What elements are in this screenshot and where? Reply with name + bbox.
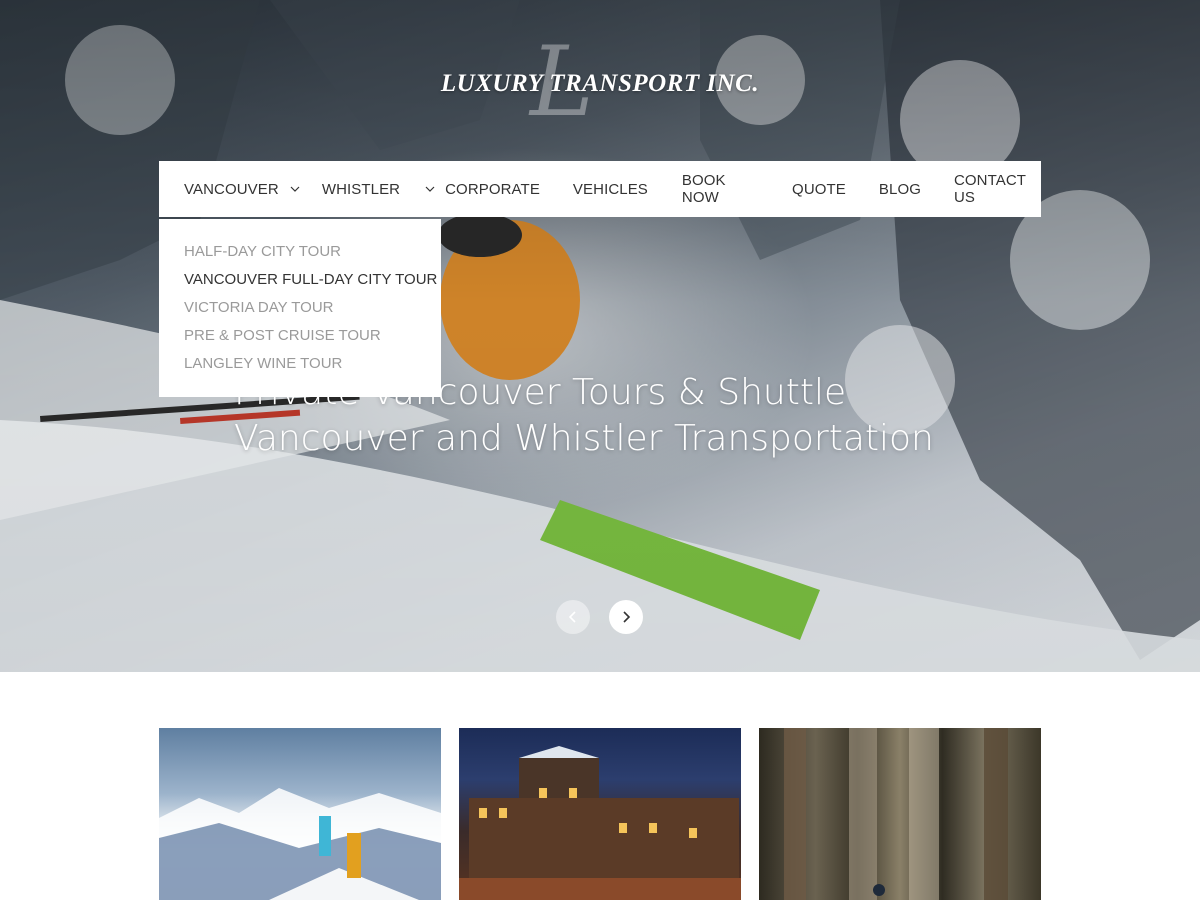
slider-prev-button[interactable] [556, 600, 590, 634]
slider-next-button[interactable] [609, 600, 643, 634]
nav-item-label: QUOTE [792, 180, 846, 198]
site-logo[interactable]: L LUXURY TRANSPORT INC. [420, 34, 780, 130]
vancouver-dropdown-menu: HALF-DAY CITY TOUR VANCOUVER FULL-DAY CI… [159, 219, 441, 397]
dropdown-item-half-day-city-tour[interactable]: HALF-DAY CITY TOUR [184, 241, 441, 269]
tour-card-mountains[interactable] [159, 728, 441, 900]
chevron-down-icon [425, 186, 435, 192]
tour-card-forest[interactable] [759, 728, 1041, 900]
nav-item-whistler[interactable]: WHISTLER [322, 161, 400, 217]
chevron-right-icon [623, 611, 631, 623]
logo-wordmark: LUXURY TRANSPORT INC. [440, 70, 760, 97]
nav-item-blog[interactable]: BLOG [879, 161, 921, 217]
card-image [459, 746, 741, 900]
nav-item-contact-us[interactable]: CONTACT US [954, 161, 1041, 217]
nav-item-book-now[interactable]: BOOK NOW [682, 161, 758, 217]
nav-item-label: CORPORATE [445, 180, 540, 198]
nav-item-label: VANCOUVER [184, 180, 279, 198]
card-image [159, 788, 441, 900]
chevron-down-icon [290, 186, 300, 192]
dropdown-item-pre-post-cruise-tour[interactable]: PRE & POST CRUISE TOUR [184, 325, 441, 353]
nav-item-label: VEHICLES [572, 180, 648, 198]
nav-item-label: BOOK NOW [681, 172, 726, 206]
dropdown-item-victoria-day-tour[interactable]: VICTORIA DAY TOUR [184, 297, 441, 325]
nav-item-label: CONTACT US [953, 172, 1026, 206]
dropdown-item-langley-wine-tour[interactable]: LANGLEY WINE TOUR [184, 353, 441, 381]
nav-item-label: BLOG [878, 180, 921, 198]
chevron-left-icon [568, 611, 576, 623]
nav-item-label: WHISTLER [321, 180, 401, 198]
tour-card-whistler-village[interactable] [459, 728, 741, 900]
nav-item-quote[interactable]: QUOTE [792, 161, 846, 217]
main-navigation: VANCOUVER WHISTLER CORPORATE VEHICLES BO… [159, 161, 1041, 217]
nav-item-corporate[interactable]: CORPORATE [425, 161, 540, 217]
nav-item-vehicles[interactable]: VEHICLES [573, 161, 648, 217]
dropdown-item-vancouver-full-day-city-tour[interactable]: VANCOUVER FULL-DAY CITY TOUR [184, 269, 441, 297]
hero-headline-line-2: Vancouver and Whistler Transportation [234, 418, 934, 459]
card-image [784, 728, 1008, 900]
nav-item-vancouver[interactable]: VANCOUVER [184, 161, 300, 217]
